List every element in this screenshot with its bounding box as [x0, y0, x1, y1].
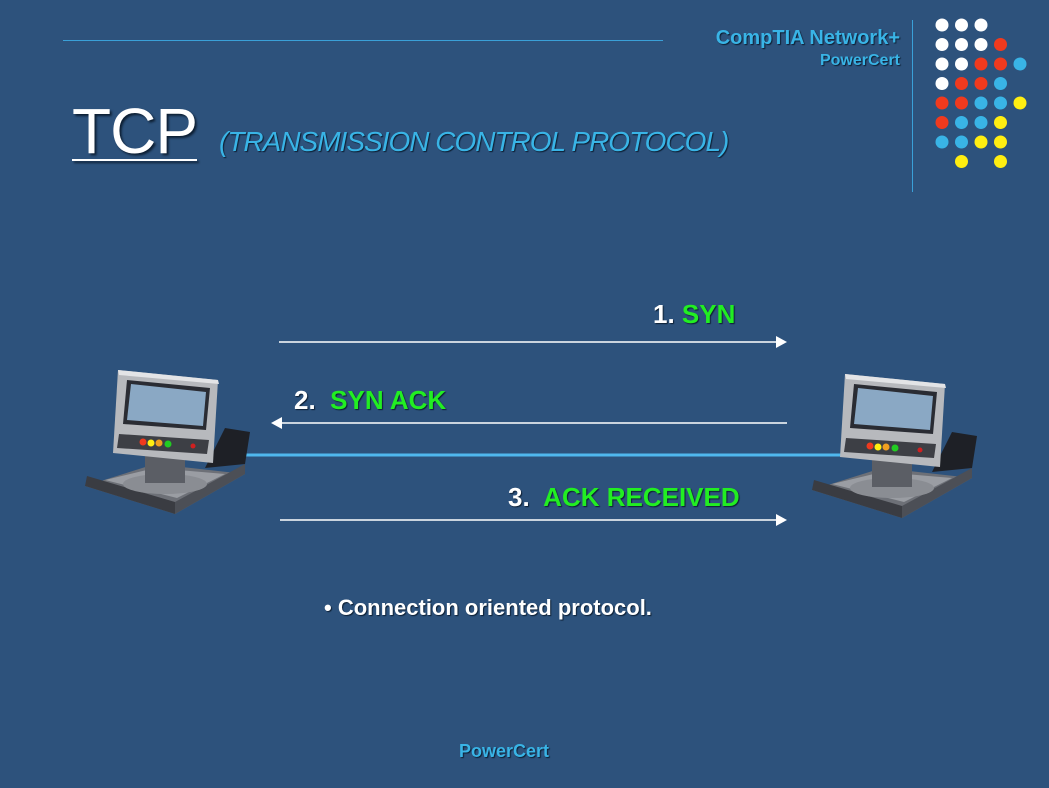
handshake-diagram: [85, 336, 977, 526]
step-1-label: 1. SYN: [653, 299, 735, 330]
bullet-point: • Connection oriented protocol.: [324, 595, 652, 620]
step-2-number: 2.: [294, 385, 316, 415]
step-3-label: 3. ACK RECEIVED: [508, 482, 740, 513]
step-1-number: 1.: [653, 299, 675, 329]
slide: CompTIA Network+ PowerCert TCP (TRANSMIS…: [0, 0, 1049, 788]
step-2-message: SYN ACK: [330, 385, 447, 415]
step-3-number: 3.: [508, 482, 530, 512]
step-3-message: ACK RECEIVED: [543, 482, 740, 512]
step-2-label: 2. SYN ACK: [294, 385, 446, 416]
syn-arrow: [279, 336, 787, 348]
step-1-message: SYN: [681, 299, 736, 329]
footer-brand: PowerCert: [459, 741, 550, 761]
computer-right-icon: [812, 374, 977, 518]
ack-received-arrow: [280, 514, 787, 526]
computer-left-icon: [85, 370, 250, 514]
syn-ack-arrow: [271, 417, 787, 429]
